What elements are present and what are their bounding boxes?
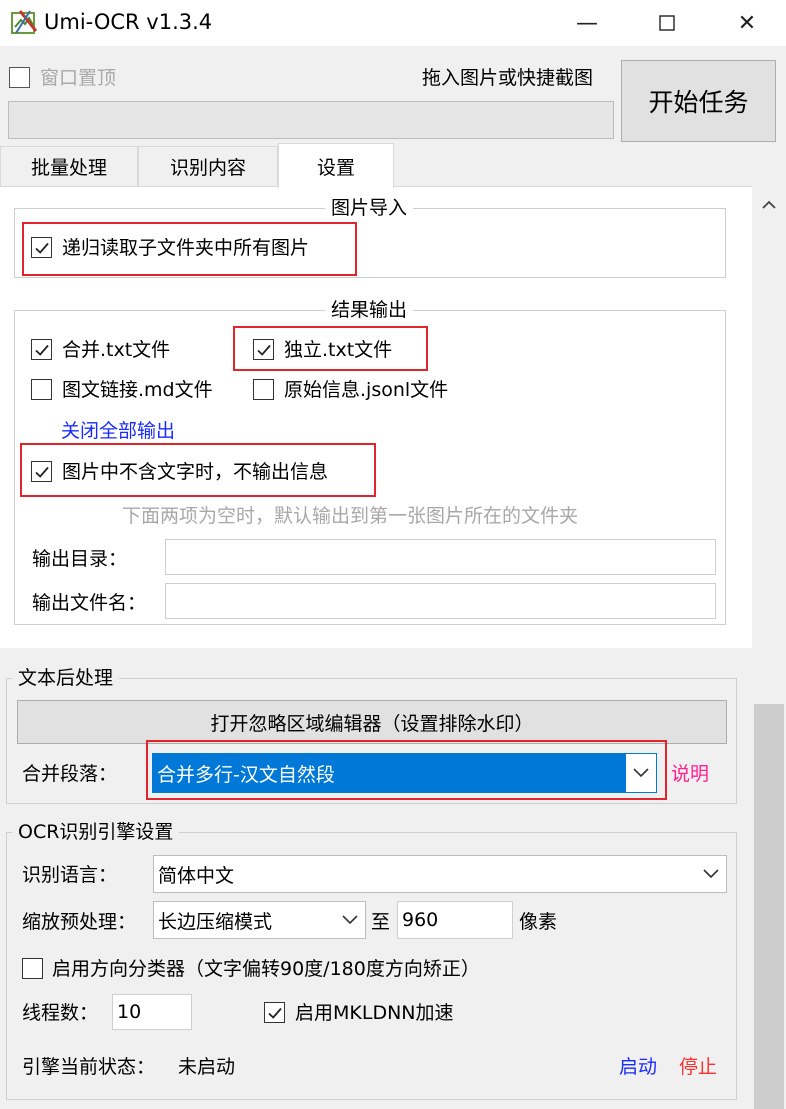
close-all-output-link[interactable]: 关闭全部输出 bbox=[61, 418, 175, 444]
minimize-button[interactable]: — bbox=[548, 0, 626, 46]
merge-txt-checkbox[interactable] bbox=[31, 339, 52, 360]
app-logo-icon bbox=[10, 9, 38, 37]
language-select[interactable]: 简体中文 bbox=[153, 855, 727, 893]
threads-input[interactable]: 10 bbox=[112, 994, 192, 1030]
language-label: 识别语言： bbox=[22, 864, 118, 886]
md-checkbox[interactable] bbox=[31, 379, 52, 400]
engine-stop-link[interactable]: 停止 bbox=[679, 1054, 717, 1080]
scale-label: 缩放预处理： bbox=[22, 911, 137, 933]
highlight-box-recursive bbox=[22, 222, 357, 276]
scroll-up-button[interactable] bbox=[756, 192, 782, 216]
engine-status-label: 引擎当前状态： bbox=[22, 1056, 156, 1078]
jsonl-checkbox[interactable] bbox=[253, 379, 274, 400]
result-output-title: 结果输出 bbox=[325, 298, 414, 322]
topmost-label: 窗口置顶 bbox=[40, 67, 117, 89]
highlight-box-separate-txt bbox=[233, 326, 428, 371]
engine-title: OCR识别引擎设置 bbox=[12, 820, 180, 844]
check-icon bbox=[267, 1007, 282, 1019]
md-label: 图文链接.md文件 bbox=[62, 379, 213, 401]
mkldnn-label: 启用MKLDNN加速 bbox=[295, 1002, 454, 1024]
merge-paragraph-label: 合并段落： bbox=[22, 763, 118, 785]
tab-settings[interactable]: 设置 bbox=[278, 143, 394, 188]
scale-size-input[interactable]: 960 bbox=[397, 901, 513, 939]
maximize-icon bbox=[659, 15, 675, 31]
chevron-up-icon bbox=[762, 200, 776, 209]
output-hint: 下面两项为空时，默认输出到第一张图片所在的文件夹 bbox=[122, 505, 579, 527]
scale-mode-select[interactable]: 长边压缩模式 bbox=[153, 901, 366, 939]
post-process-title: 文本后处理 bbox=[12, 666, 120, 690]
engine-status-value: 未启动 bbox=[178, 1056, 236, 1078]
engine-start-link[interactable]: 启动 bbox=[619, 1054, 657, 1080]
to-label: 至 bbox=[371, 911, 391, 933]
minimize-icon: — bbox=[576, 10, 598, 36]
threads-label: 线程数： bbox=[22, 1002, 99, 1024]
language-value: 简体中文 bbox=[158, 864, 235, 887]
image-import-title: 图片导入 bbox=[325, 196, 414, 220]
scale-mode-value: 长边压缩模式 bbox=[158, 910, 273, 933]
direction-classifier-label: 启用方向分类器（文字偏转90度/180度方向矫正） bbox=[52, 958, 480, 980]
tab-recognition-content[interactable]: 识别内容 bbox=[138, 146, 278, 186]
ignore-area-editor-button[interactable]: 打开忽略区域编辑器（设置排除水印） bbox=[17, 700, 727, 744]
maximize-button[interactable] bbox=[628, 0, 706, 46]
drop-hint: 拖入图片或快捷截图 bbox=[422, 67, 594, 89]
direction-classifier-checkbox[interactable] bbox=[22, 958, 43, 979]
highlight-box-merge-paragraph bbox=[146, 740, 667, 800]
close-button[interactable]: ✕ bbox=[708, 0, 786, 46]
check-icon bbox=[34, 344, 49, 356]
jsonl-label: 原始信息.jsonl文件 bbox=[284, 379, 449, 401]
chevron-down-icon bbox=[696, 869, 726, 879]
output-dir-input[interactable] bbox=[165, 539, 716, 575]
progress-bar bbox=[8, 101, 614, 139]
chevron-down-icon bbox=[335, 915, 365, 925]
output-filename-label: 输出文件名： bbox=[32, 592, 147, 614]
pixel-label: 像素 bbox=[519, 911, 558, 933]
close-icon: ✕ bbox=[737, 10, 757, 36]
merge-txt-label: 合并.txt文件 bbox=[62, 339, 171, 361]
start-task-button[interactable]: 开始任务 bbox=[621, 60, 776, 142]
output-filename-input[interactable] bbox=[165, 583, 716, 619]
mkldnn-checkbox[interactable] bbox=[264, 1002, 285, 1023]
output-dir-label: 输出目录： bbox=[32, 548, 128, 570]
window-title: Umi-OCR v1.3.4 bbox=[44, 10, 213, 34]
topmost-checkbox[interactable] bbox=[9, 67, 30, 88]
explain-link[interactable]: 说明 bbox=[671, 761, 709, 787]
scrollbar-thumb[interactable] bbox=[754, 704, 784, 1109]
tab-batch[interactable]: 批量处理 bbox=[0, 146, 138, 186]
highlight-box-no-text bbox=[20, 443, 376, 497]
